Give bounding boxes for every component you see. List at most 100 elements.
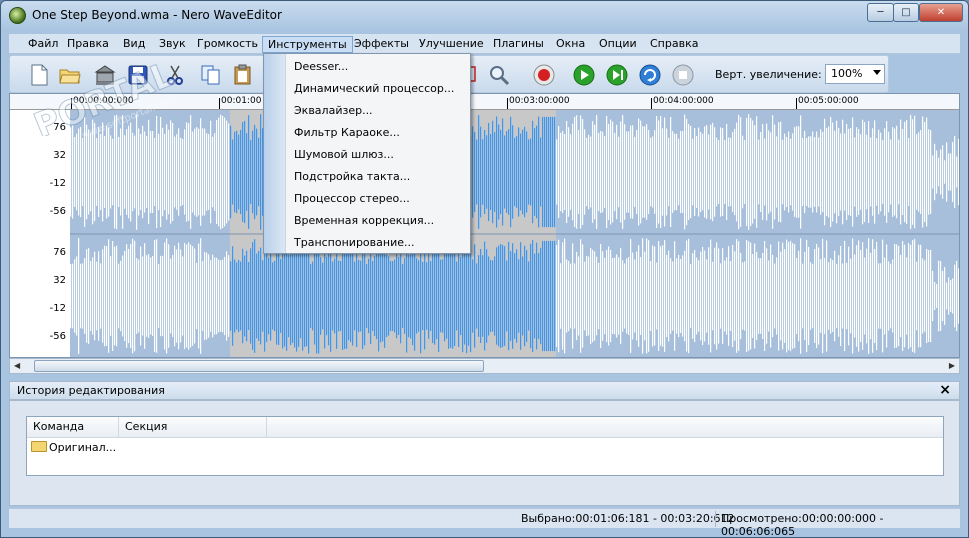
new-file-icon[interactable] (28, 64, 50, 86)
menu-item-tempo[interactable]: Подстройка такта... (294, 166, 410, 188)
waveform-bar (448, 243, 450, 349)
waveform-bar (84, 258, 86, 334)
waveform-bar (552, 240, 554, 352)
title-bar[interactable]: One Step Beyond.wma - Nero WaveEditor ─ … (1, 1, 968, 31)
waveform-bar (478, 115, 480, 229)
waveform-bar (922, 258, 924, 334)
window-title: One Step Beyond.wma - Nero WaveEditor (32, 8, 282, 22)
menu-options[interactable]: Опции (594, 36, 642, 53)
waveform-bar (742, 262, 744, 330)
horizontal-scrollbar[interactable]: ◀ ▶ (9, 358, 960, 374)
waveform-bar (402, 264, 404, 328)
zoom-select[interactable]: 100% (825, 64, 885, 84)
menu-enhance[interactable]: Улучшение (414, 36, 489, 53)
waveform-bar (460, 256, 462, 336)
waveform-bar (542, 116, 544, 228)
waveform-bar (178, 128, 180, 216)
waveform-bar (528, 139, 530, 205)
waveform-bar (344, 243, 346, 349)
menu-volume[interactable]: Громкость (192, 36, 263, 53)
waveform-bar (936, 284, 938, 308)
waveform-bar (918, 132, 920, 212)
waveform-bar (210, 120, 212, 224)
waveform-bar (386, 254, 388, 338)
waveform-bar (384, 244, 386, 348)
menu-item-equalizer[interactable]: Эквалайзер... (294, 100, 373, 122)
menu-view[interactable]: Вид (118, 36, 150, 53)
menu-item-dynamics[interactable]: Динамический процессор... (294, 78, 454, 100)
minimize-button[interactable]: ─ (867, 3, 894, 22)
menu-item-karaoke[interactable]: Фильтр Караоке... (294, 122, 400, 144)
time-ruler[interactable]: 00:00:00:000 00:01:00 00:03:00:000 00:04… (10, 94, 959, 110)
waveform-bar (894, 244, 896, 348)
waveform-bar (640, 256, 642, 336)
loop-icon[interactable] (639, 64, 661, 86)
waveform-bar (618, 257, 620, 335)
close-icon[interactable]: × (939, 382, 951, 398)
waveform-bar (490, 260, 492, 332)
menu-item-deesser[interactable]: Deesser... (294, 56, 348, 78)
waveform-view[interactable]: 00:00:00:000 00:01:00 00:03:00:000 00:04… (9, 93, 960, 358)
close-button[interactable]: ✕ (919, 3, 963, 22)
waveform-bar (120, 128, 122, 216)
cut-icon[interactable] (165, 64, 187, 86)
menu-tools[interactable]: Инструменты (262, 36, 353, 53)
waveform-bar (806, 137, 808, 207)
waveform-bar (850, 258, 852, 334)
save-icon[interactable] (127, 64, 149, 86)
waveform-canvas[interactable] (70, 110, 960, 358)
menu-file[interactable]: Файл (23, 36, 63, 53)
scroll-right-icon[interactable]: ▶ (949, 361, 955, 370)
waveform-bar (684, 250, 686, 342)
waveform-bar (492, 260, 494, 332)
play-selection-icon[interactable] (606, 64, 628, 86)
waveform-bar (216, 120, 218, 224)
scroll-left-icon[interactable]: ◀ (14, 361, 20, 370)
scroll-thumb[interactable] (34, 360, 484, 372)
waveform-bar (758, 258, 760, 334)
waveform-bar (242, 248, 244, 344)
open-folder-icon[interactable] (59, 64, 81, 86)
play-icon[interactable] (573, 64, 595, 86)
menu-edit[interactable]: Правка (62, 36, 114, 53)
waveform-bar (848, 128, 850, 216)
history-title: История редактирования (17, 384, 165, 397)
menu-item-time-correction[interactable]: Временная коррекция... (294, 210, 434, 232)
waveform-bar (940, 261, 942, 331)
menu-windows[interactable]: Окна (551, 36, 590, 53)
waveform-bar (254, 239, 256, 353)
maximize-button[interactable]: □ (893, 3, 919, 22)
waveform-bar (692, 138, 694, 206)
column-header-section[interactable]: Секция (119, 417, 267, 438)
menu-item-transpose[interactable]: Транспонирование... (294, 232, 414, 254)
menu-sound[interactable]: Звук (154, 36, 191, 53)
menu-item-noise-gate[interactable]: Шумовой шлюз... (294, 144, 394, 166)
waveform-bar (742, 135, 744, 209)
waveform-bar (130, 243, 132, 349)
waveform-bar (900, 254, 902, 338)
waveform-bar (582, 244, 584, 348)
waveform-bar (738, 115, 740, 229)
waveform-bar (116, 245, 118, 347)
menu-plugins[interactable]: Плагины (488, 36, 549, 53)
archive-icon[interactable] (94, 64, 116, 86)
waveform-bar (932, 155, 934, 189)
waveform-bar (158, 133, 160, 211)
stop-icon[interactable] (672, 64, 694, 86)
menu-effects[interactable]: Эффекты (349, 36, 414, 53)
waveform-bar (780, 121, 782, 223)
waveform-bar (126, 244, 128, 348)
waveform-bar (586, 255, 588, 337)
waveform-bar (536, 125, 538, 219)
record-icon[interactable] (533, 64, 555, 86)
copy-icon[interactable] (200, 64, 222, 86)
menu-help[interactable]: Справка (645, 36, 703, 53)
menu-item-stereo[interactable]: Процессор стерео... (294, 188, 410, 210)
column-header-command[interactable]: Команда (27, 417, 119, 438)
table-row[interactable]: Оригинал... (31, 441, 116, 457)
zoom-icon[interactable] (488, 64, 510, 86)
waveform-bar (804, 252, 806, 340)
paste-icon[interactable] (232, 64, 254, 86)
waveform-bar (122, 255, 124, 337)
waveform-bar (250, 248, 252, 344)
